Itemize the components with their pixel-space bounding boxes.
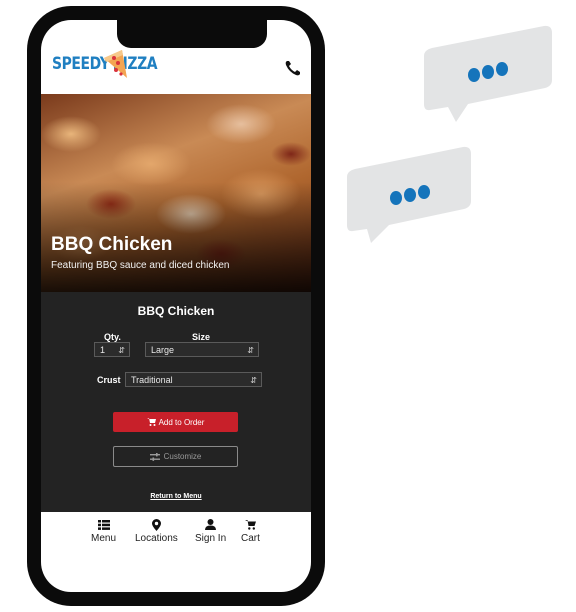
product-title: BBQ Chicken <box>137 304 215 318</box>
nav-item-menu[interactable]: Menu <box>91 518 116 544</box>
hero-title: BBQ Chicken <box>51 234 173 255</box>
customize-label: Customize <box>163 452 202 461</box>
qty-select[interactable]: 1 ⇵ <box>94 342 130 357</box>
crust-value: Traditional <box>131 375 173 385</box>
nav-label: Menu <box>91 533 117 544</box>
phone-frame: SPEEDY PIZZA BBQ Chicken Featuring BBQ sa… <box>27 6 325 606</box>
customize-button[interactable]: Customize <box>113 446 238 467</box>
add-to-order-button[interactable]: Add to Order <box>113 412 238 432</box>
hero-image: BBQ Chicken Featuring BBQ sauce and dice… <box>41 94 311 292</box>
nav-item-sign-in[interactable]: Sign In <box>195 518 226 544</box>
chevron-updown-icon: ⇵ <box>247 346 254 355</box>
app-header: SPEEDY PIZZA <box>41 50 311 94</box>
pizza-slice-icon <box>104 50 127 78</box>
nav-item-cart[interactable]: Cart <box>241 518 260 544</box>
hero-subtitle: Featuring BBQ sauce and diced chicken <box>51 260 230 271</box>
order-panel: BBQ Chicken Qty. 1 ⇵ Size Large ⇵ Crust … <box>41 292 311 512</box>
chevron-updown-icon: ⇵ <box>118 346 125 355</box>
cart-icon <box>146 418 156 426</box>
list-icon <box>97 519 110 530</box>
crust-label: Crust <box>97 375 121 385</box>
phone-icon <box>285 61 300 76</box>
user-icon <box>205 519 217 530</box>
map-pin-icon <box>151 518 161 531</box>
return-to-menu-link[interactable]: Return to Menu <box>41 493 311 500</box>
speedy-pizza-logo[interactable]: SPEEDY PIZZA <box>52 50 180 78</box>
qty-value: 1 <box>100 345 106 355</box>
phone-screen: SPEEDY PIZZA BBQ Chicken Featuring BBQ sa… <box>41 20 311 592</box>
phone-notch <box>117 20 267 48</box>
call-button[interactable] <box>283 58 303 78</box>
nav-label: Sign In <box>195 533 227 544</box>
nav-item-locations[interactable]: Locations <box>135 518 178 544</box>
chevron-updown-icon: ⇵ <box>250 376 257 385</box>
size-value: Large <box>151 345 175 355</box>
add-to-order-label: Add to Order <box>158 417 205 427</box>
crust-select[interactable]: Traditional ⇵ <box>125 372 262 387</box>
cart-icon <box>244 519 256 530</box>
size-label: Size <box>192 332 211 342</box>
chat-bubble-icon-upper <box>424 25 552 123</box>
qty-label: Qty. <box>104 332 121 342</box>
sliders-icon <box>149 452 160 461</box>
bottom-nav: Menu Locations Sign In Cart <box>41 512 311 552</box>
nav-label: Cart <box>241 533 260 544</box>
nav-label: Locations <box>135 533 178 544</box>
chat-bubble-icon-lower <box>347 146 471 243</box>
size-select[interactable]: Large ⇵ <box>145 342 259 357</box>
